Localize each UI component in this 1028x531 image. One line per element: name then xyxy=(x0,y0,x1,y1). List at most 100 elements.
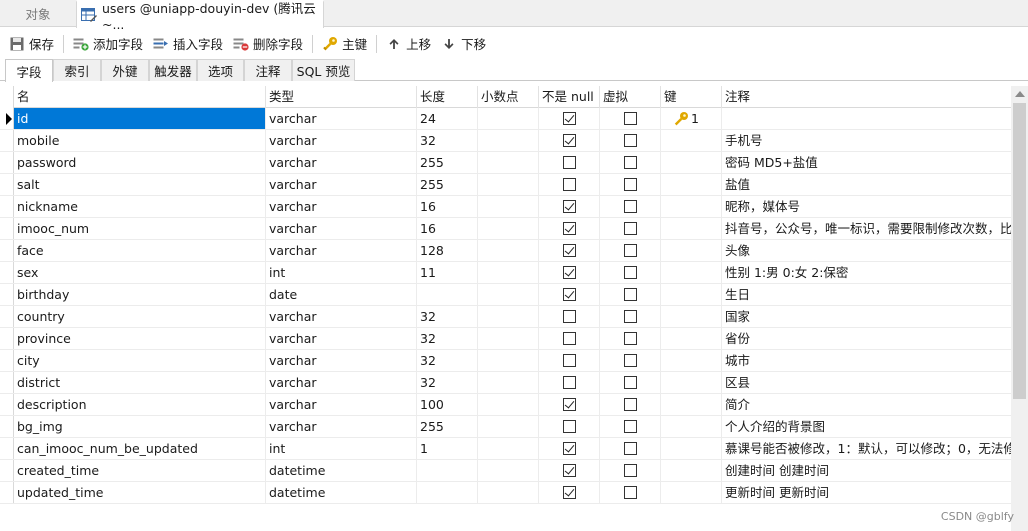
cell-length[interactable] xyxy=(417,460,478,481)
cell-length[interactable] xyxy=(417,482,478,503)
not-null-checkbox[interactable] xyxy=(563,376,576,389)
table-row[interactable]: description varchar 100 简介 xyxy=(0,394,1011,416)
cell-comment[interactable]: 个人介绍的背景图 xyxy=(722,416,1011,437)
virtual-checkbox[interactable] xyxy=(624,156,637,169)
cell-virtual[interactable] xyxy=(600,394,661,415)
not-null-checkbox[interactable] xyxy=(563,156,576,169)
cell-type[interactable]: varchar xyxy=(266,372,417,393)
cell-decimals[interactable] xyxy=(478,306,539,327)
cell-virtual[interactable] xyxy=(600,196,661,217)
cell-not-null[interactable] xyxy=(539,218,600,239)
cell-decimals[interactable] xyxy=(478,350,539,371)
cell-length[interactable]: 32 xyxy=(417,328,478,349)
tab-triggers[interactable]: 触发器 xyxy=(149,59,197,81)
cell-comment[interactable]: 盐值 xyxy=(722,174,1011,195)
virtual-checkbox[interactable] xyxy=(624,332,637,345)
cell-comment[interactable]: 生日 xyxy=(722,284,1011,305)
not-null-checkbox[interactable] xyxy=(563,178,576,191)
table-row[interactable]: birthday date 生日 xyxy=(0,284,1011,306)
cell-decimals[interactable] xyxy=(478,152,539,173)
table-row[interactable]: id varchar 24 1 xyxy=(0,108,1011,130)
primary-key-button[interactable]: 主键 xyxy=(317,32,372,56)
cell-virtual[interactable] xyxy=(600,130,661,151)
cell-key[interactable] xyxy=(661,350,722,371)
vertical-scrollbar[interactable] xyxy=(1011,86,1028,531)
cell-not-null[interactable] xyxy=(539,460,600,481)
virtual-checkbox[interactable] xyxy=(624,222,637,235)
cell-virtual[interactable] xyxy=(600,460,661,481)
not-null-checkbox[interactable] xyxy=(563,464,576,477)
cell-length[interactable]: 100 xyxy=(417,394,478,415)
cell-length[interactable]: 16 xyxy=(417,218,478,239)
cell-length[interactable]: 32 xyxy=(417,350,478,371)
cell-name[interactable]: province xyxy=(14,328,266,349)
row-gutter[interactable] xyxy=(0,218,14,239)
tab-comment[interactable]: 注释 xyxy=(244,59,292,81)
cell-not-null[interactable] xyxy=(539,152,600,173)
cell-virtual[interactable] xyxy=(600,262,661,283)
row-gutter[interactable] xyxy=(0,108,14,129)
cell-decimals[interactable] xyxy=(478,328,539,349)
cell-comment[interactable]: 简介 xyxy=(722,394,1011,415)
row-gutter[interactable] xyxy=(0,460,14,481)
virtual-checkbox[interactable] xyxy=(624,464,637,477)
tab-sql-preview[interactable]: SQL 预览 xyxy=(292,59,355,81)
cell-not-null[interactable] xyxy=(539,416,600,437)
virtual-checkbox[interactable] xyxy=(624,376,637,389)
cell-type[interactable]: varchar xyxy=(266,196,417,217)
move-down-button[interactable]: 下移 xyxy=(436,32,491,56)
cell-key[interactable] xyxy=(661,438,722,459)
tab-foreign-keys[interactable]: 外键 xyxy=(101,59,149,81)
cell-length[interactable]: 255 xyxy=(417,152,478,173)
virtual-checkbox[interactable] xyxy=(624,310,637,323)
table-row[interactable]: bg_img varchar 255 个人介绍的背景图 xyxy=(0,416,1011,438)
delete-field-button[interactable]: 删除字段 xyxy=(228,32,308,56)
cell-virtual[interactable] xyxy=(600,306,661,327)
window-tab-users-table[interactable]: users @uniapp-douyin-dev (腾讯云~... xyxy=(76,0,324,32)
cell-virtual[interactable] xyxy=(600,328,661,349)
cell-key[interactable]: 1 xyxy=(661,108,722,129)
cell-type[interactable]: int xyxy=(266,262,417,283)
row-gutter[interactable] xyxy=(0,438,14,459)
virtual-checkbox[interactable] xyxy=(624,134,637,147)
cell-name[interactable]: can_imooc_num_be_updated xyxy=(14,438,266,459)
cell-virtual[interactable] xyxy=(600,152,661,173)
row-gutter[interactable] xyxy=(0,284,14,305)
cell-comment[interactable]: 手机号 xyxy=(722,130,1011,151)
not-null-checkbox[interactable] xyxy=(563,398,576,411)
table-row[interactable]: created_time datetime 创建时间 创建时间 xyxy=(0,460,1011,482)
cell-type[interactable]: varchar xyxy=(266,108,417,129)
cell-key[interactable] xyxy=(661,372,722,393)
cell-name[interactable]: created_time xyxy=(14,460,266,481)
cell-length[interactable]: 128 xyxy=(417,240,478,261)
row-gutter[interactable] xyxy=(0,482,14,503)
cell-comment[interactable]: 创建时间 创建时间 xyxy=(722,460,1011,481)
cell-not-null[interactable] xyxy=(539,262,600,283)
cell-virtual[interactable] xyxy=(600,218,661,239)
cell-key[interactable] xyxy=(661,284,722,305)
cell-type[interactable]: varchar xyxy=(266,306,417,327)
tab-indexes[interactable]: 索引 xyxy=(53,59,101,81)
cell-type[interactable]: datetime xyxy=(266,460,417,481)
row-gutter[interactable] xyxy=(0,174,14,195)
cell-comment[interactable]: 国家 xyxy=(722,306,1011,327)
virtual-checkbox[interactable] xyxy=(624,112,637,125)
cell-comment[interactable] xyxy=(722,108,1011,129)
column-header-virtual[interactable]: 虚拟 xyxy=(600,86,661,108)
table-row[interactable]: nickname varchar 16 昵称，媒体号 xyxy=(0,196,1011,218)
cell-virtual[interactable] xyxy=(600,350,661,371)
not-null-checkbox[interactable] xyxy=(563,332,576,345)
cell-decimals[interactable] xyxy=(478,218,539,239)
move-up-button[interactable]: 上移 xyxy=(381,32,436,56)
cell-type[interactable]: varchar xyxy=(266,218,417,239)
cell-type[interactable]: varchar xyxy=(266,130,417,151)
cell-virtual[interactable] xyxy=(600,284,661,305)
cell-decimals[interactable] xyxy=(478,438,539,459)
table-row[interactable]: password varchar 255 密码 MD5+盐值 xyxy=(0,152,1011,174)
scroll-up-arrow-icon[interactable] xyxy=(1015,91,1025,97)
cell-decimals[interactable] xyxy=(478,130,539,151)
tab-fields[interactable]: 字段 xyxy=(5,59,53,82)
cell-name[interactable]: password xyxy=(14,152,266,173)
cell-decimals[interactable] xyxy=(478,482,539,503)
virtual-checkbox[interactable] xyxy=(624,266,637,279)
